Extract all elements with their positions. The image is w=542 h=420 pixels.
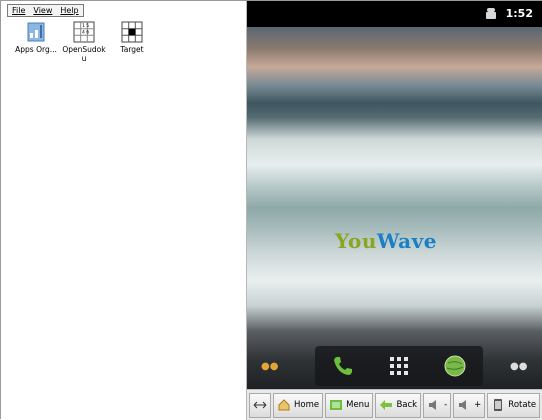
volume-up-label: + [474,400,482,410]
volume-down-label: - [444,400,448,410]
menu-view[interactable]: View [29,5,56,16]
speaker-icon [429,400,437,410]
speaker-icon [459,400,467,410]
android-screen: 1:52 YouWave ●● ●● Home Menu Back - + Ro… [247,1,542,420]
volume-up-button[interactable]: + [453,392,486,418]
resize-button[interactable] [249,392,271,418]
app-label: Apps Org... [15,45,57,54]
menu-button[interactable]: Menu [325,392,374,418]
status-bar: 1:52 [247,1,542,27]
home-label: Home [294,400,320,410]
back-button[interactable]: Back [375,392,422,418]
back-label: Back [396,400,418,410]
phone-icon[interactable] [331,354,355,378]
app-shortcuts: Apps Org... 1 5 4 6 OpenSudoku Target [13,21,155,63]
emulator-toolbar: Home Menu Back - + Rotate [247,389,542,420]
rotate-button[interactable]: Rotate [487,392,541,418]
apps-organizer-icon [27,22,45,42]
home-icon [278,399,290,411]
status-clock: 1:52 [505,7,533,20]
volume-down-button[interactable]: - [423,392,452,418]
left-page-indicator[interactable]: ●● [261,361,278,372]
resize-arrows-icon [253,401,267,409]
android-notification-icon [486,8,496,19]
app-drawer-icon[interactable] [387,354,411,378]
app-opensudoku[interactable]: 1 5 4 6 OpenSudoku [61,21,107,63]
menu-bar: File View Help [7,4,84,17]
rotate-label: Rotate [508,400,537,410]
rotate-device-icon [494,399,503,411]
menu-icon [330,400,343,410]
app-target[interactable]: Target [109,21,155,63]
home-button[interactable]: Home [273,392,324,418]
emulator-window: File View Help Apps Org... 1 5 4 6 OpenS… [0,0,542,420]
svg-text:1 5: 1 5 [82,23,89,29]
right-page-indicator[interactable]: ●● [510,361,527,372]
launcher-dock [315,346,483,386]
menu-file[interactable]: File [8,5,29,16]
menu-label: Menu [346,400,370,410]
desktop-panel: File View Help Apps Org... 1 5 4 6 OpenS… [1,1,247,420]
app-label: OpenSudoku [62,45,106,63]
svg-text:4 6: 4 6 [82,30,89,36]
browser-globe-icon[interactable] [443,354,467,378]
app-apps-organizer[interactable]: Apps Org... [13,21,59,63]
back-arrow-icon [380,400,393,410]
menu-help[interactable]: Help [56,5,82,16]
home-wallpaper[interactable] [247,27,542,389]
target-icon [121,21,143,43]
youwave-logo: YouWave [335,229,437,253]
app-label: Target [120,45,144,54]
opensudoku-icon: 1 5 4 6 [73,21,95,43]
